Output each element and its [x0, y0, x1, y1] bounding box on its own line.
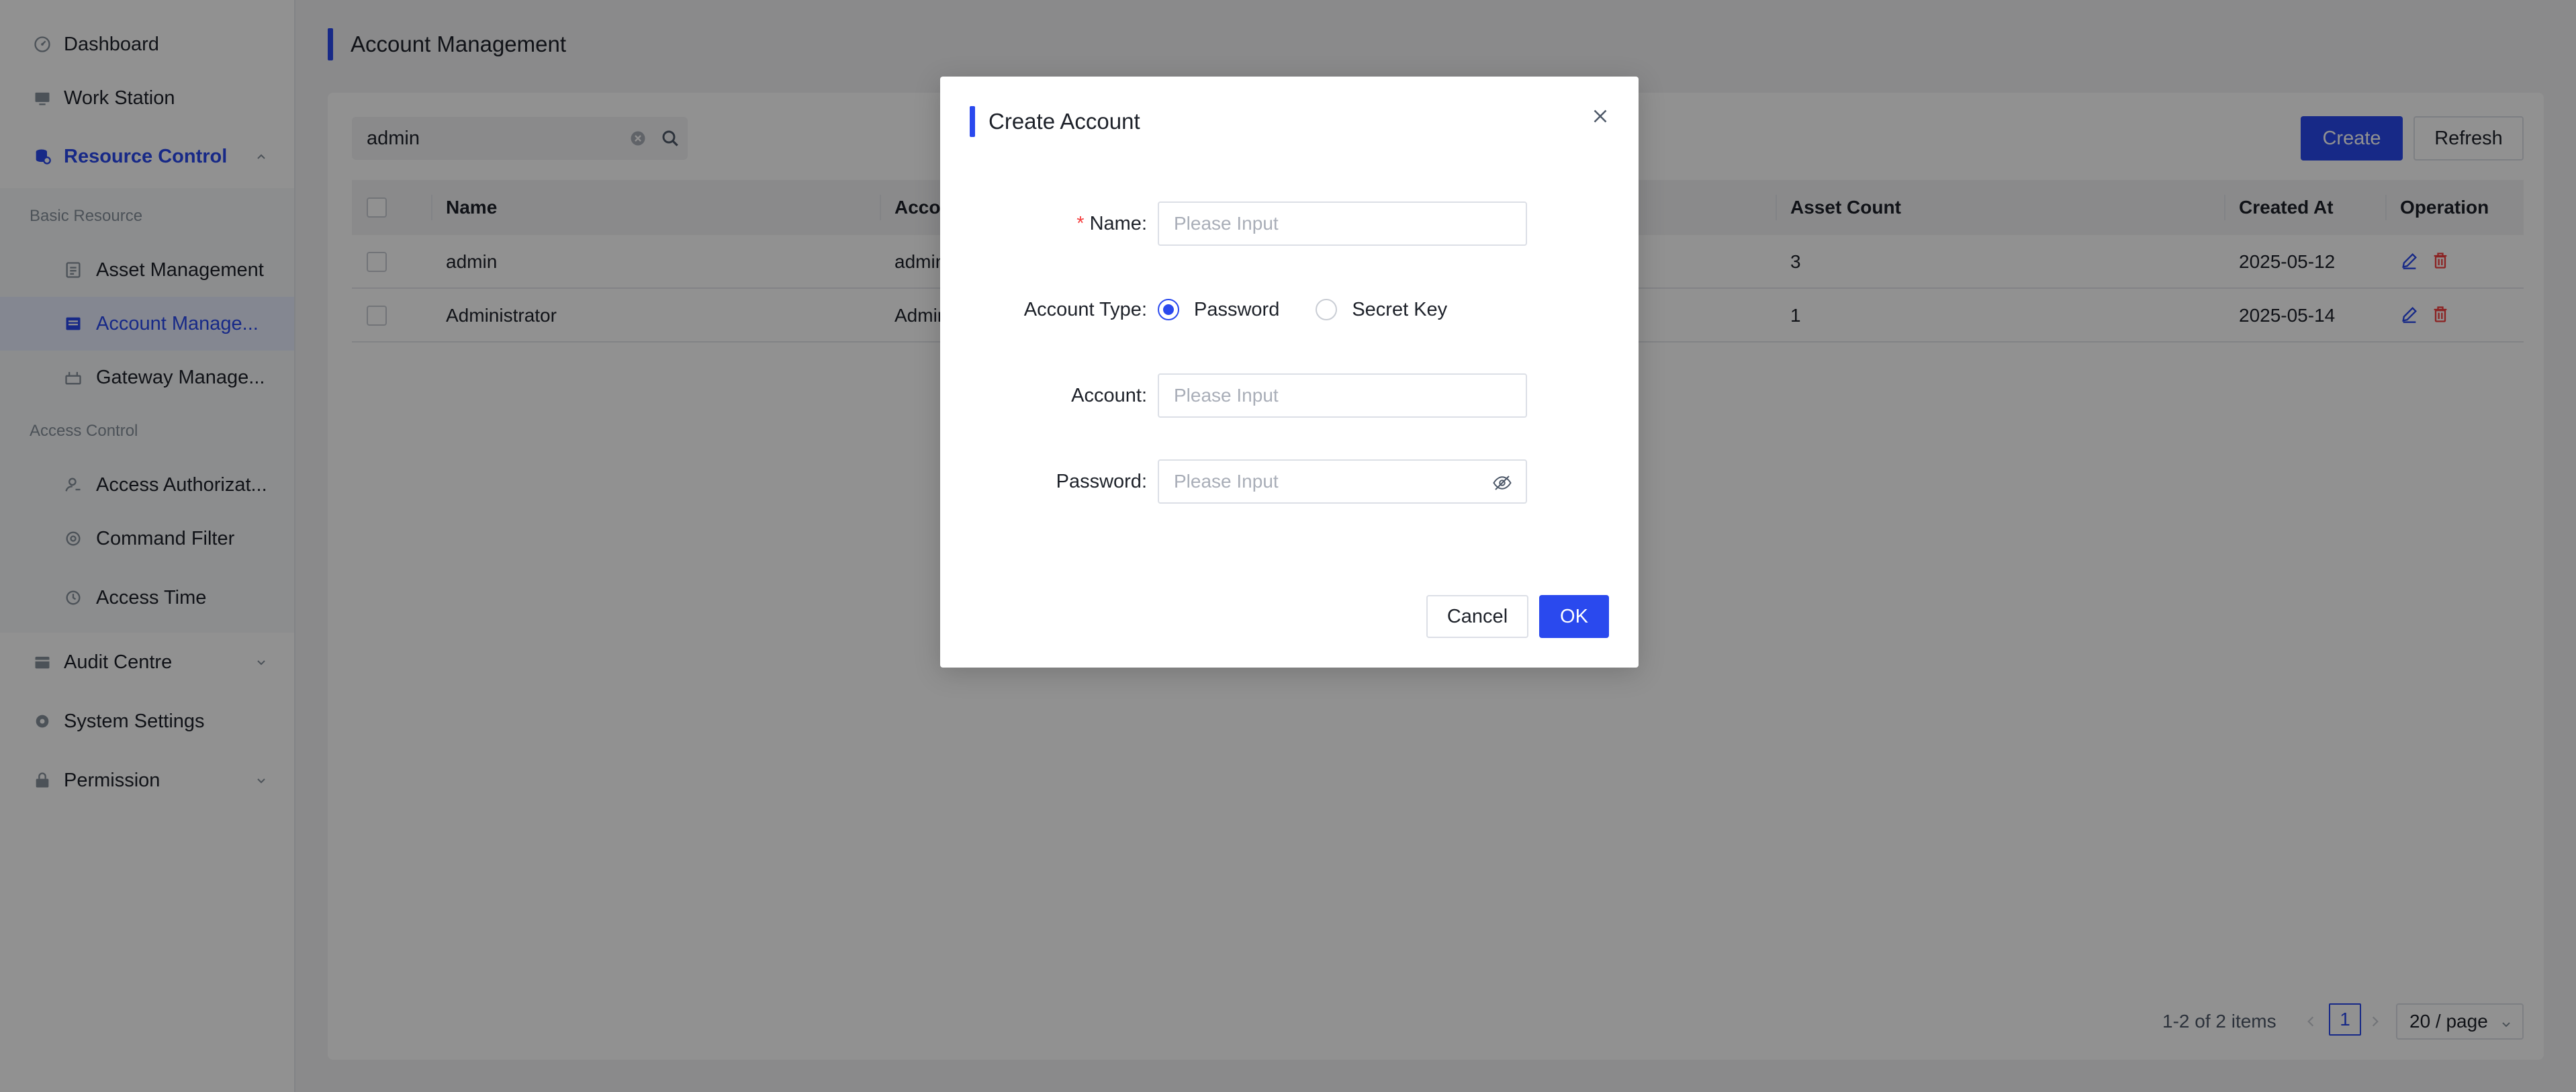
form-row-password: Password: Please Input: [940, 459, 1639, 504]
dialog-title-text: Create Account: [988, 109, 1140, 134]
account-input[interactable]: Please Input: [1158, 373, 1527, 418]
name-placeholder: Please Input: [1174, 213, 1279, 234]
form-row-name: * Name: Please Input: [940, 201, 1639, 246]
account-label-text: Account: [1071, 384, 1142, 406]
password-placeholder: Please Input: [1174, 471, 1279, 492]
account-placeholder: Please Input: [1174, 385, 1279, 406]
cancel-button[interactable]: Cancel: [1426, 595, 1528, 638]
form-row-account-type: Account Type: Password Secret Key: [940, 287, 1639, 332]
password-label: Password:: [1056, 470, 1147, 492]
radio-dot: [1163, 304, 1174, 315]
ok-button[interactable]: OK: [1539, 595, 1609, 638]
account-label: Account:: [1071, 384, 1147, 406]
password-input[interactable]: Please Input: [1158, 459, 1527, 504]
form-row-account: Account: Please Input: [940, 373, 1639, 418]
create-account-dialog: Create Account * Name: Please Input Acco…: [940, 77, 1639, 668]
name-label-text: Name: [1089, 212, 1142, 234]
name-input[interactable]: Please Input: [1158, 201, 1527, 246]
eye-hidden-icon[interactable]: [1492, 473, 1512, 493]
close-icon[interactable]: [1589, 105, 1612, 128]
account-type-radio-group: Password Secret Key: [1158, 287, 1447, 332]
title-accent-bar: [970, 106, 975, 137]
required-mark: *: [1076, 212, 1085, 234]
radio-password-label[interactable]: Password: [1194, 299, 1279, 321]
radio-secret-key-label[interactable]: Secret Key: [1352, 299, 1447, 321]
radio-password[interactable]: [1158, 299, 1179, 320]
radio-secret-key[interactable]: [1316, 299, 1338, 320]
password-label-text: Password: [1056, 470, 1142, 492]
account-type-label-text: Account Type: [1023, 298, 1142, 320]
name-label: * Name:: [1076, 212, 1147, 234]
account-type-label: Account Type:: [1023, 298, 1147, 320]
dialog-title: Create Account: [970, 106, 1140, 137]
